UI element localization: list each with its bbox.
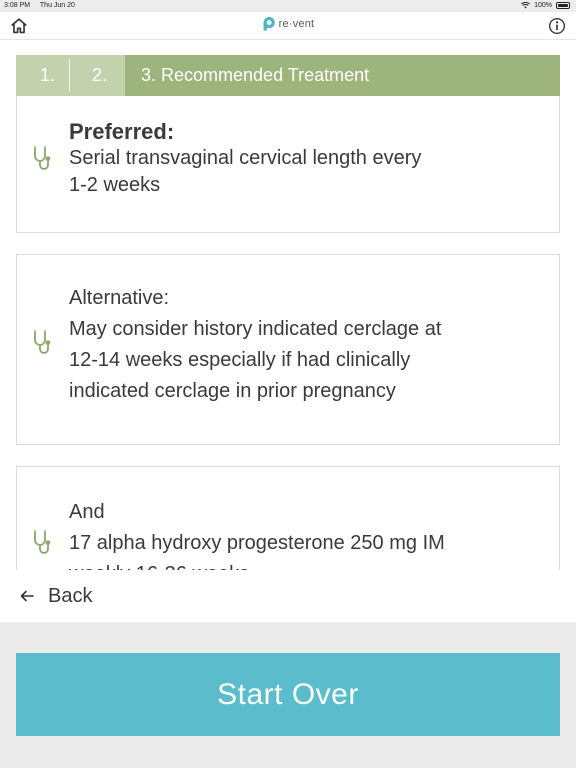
treatment-card-alternative: Alternative: May consider history indica… — [16, 254, 560, 445]
card-line: May consider history indicated cerclage … — [69, 318, 442, 340]
logo-text: re·vent — [278, 17, 315, 30]
stethoscope-icon — [34, 530, 51, 554]
nav-bar: re·vent — [0, 12, 576, 40]
card-line: Serial transvaginal cervical length ever… — [69, 147, 422, 169]
wifi-icon — [521, 2, 531, 9]
back-label: Back — [48, 584, 93, 607]
card-heading: Alternative: — [69, 287, 170, 309]
status-bar: 3:08 PM Thu Jun 20 100% — [0, 0, 576, 12]
step-label: 2. — [92, 65, 108, 85]
battery-percent: 100% — [534, 2, 552, 9]
status-date: Thu Jun 20 — [39, 2, 75, 9]
card-line: indicated cerclage in prior pregnancy — [69, 380, 396, 402]
arrow-left-icon — [20, 590, 34, 602]
step-tab-1[interactable]: 1. — [16, 55, 70, 96]
info-icon[interactable] — [546, 15, 568, 37]
footer: Start Over — [0, 622, 576, 768]
step-tab-3-active: 3. Recommended Treatment — [125, 55, 560, 96]
card-line: 12-14 weeks especially if had clinically — [69, 349, 411, 371]
card-line: weekly 16-36 weeks — [69, 559, 509, 570]
stethoscope-icon — [34, 146, 51, 170]
treatment-list[interactable]: Preferred: Serial transvaginal cervical … — [16, 96, 560, 570]
battery-icon — [556, 2, 570, 9]
logo-p-icon — [263, 16, 275, 31]
step-label: 1. — [40, 65, 56, 85]
card-heading: And — [69, 501, 105, 523]
treatment-card-preferred: Preferred: Serial transvaginal cervical … — [16, 96, 560, 233]
stethoscope-icon — [34, 330, 51, 354]
card-line: 1-2 weeks — [69, 174, 161, 196]
step-progress: 1. 2. 3. Recommended Treatment — [16, 55, 560, 96]
status-time: 3:08 PM — [4, 2, 31, 9]
treatment-card-and: And 17 alpha hydroxy progesterone 250 mg… — [16, 466, 560, 570]
step-tab-2[interactable]: 2. — [70, 55, 125, 96]
card-heading: Preferred: — [69, 119, 175, 144]
back-button[interactable]: Back — [0, 570, 576, 622]
app-logo: re·vent — [262, 16, 315, 31]
home-icon[interactable] — [8, 15, 30, 37]
step-label: 3. Recommended Treatment — [141, 65, 370, 85]
start-over-button[interactable]: Start Over — [16, 653, 560, 736]
card-line: 17 alpha hydroxy progesterone 250 mg IM — [69, 532, 445, 554]
